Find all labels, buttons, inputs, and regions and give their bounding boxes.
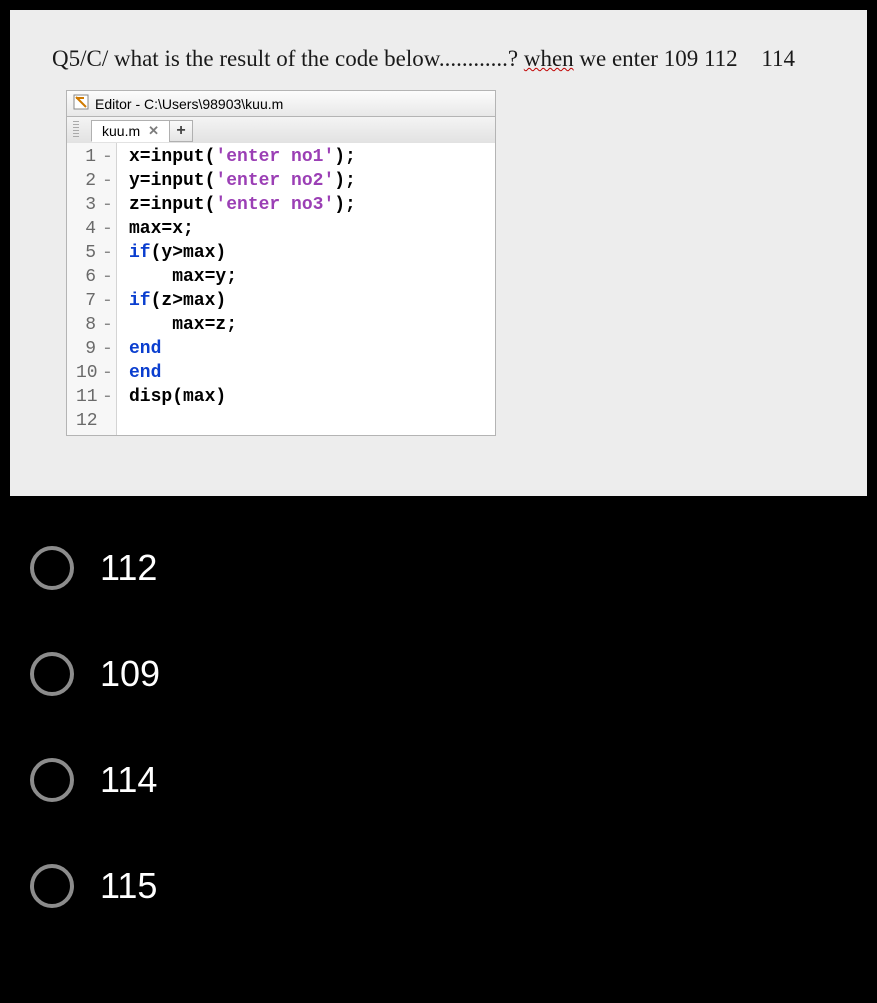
answer-option[interactable]: 112 — [30, 546, 847, 590]
gutter-row: 3- — [67, 193, 116, 217]
tab-label: kuu.m — [102, 123, 140, 139]
fold-dash: - — [102, 291, 110, 311]
editor-icon — [73, 94, 89, 113]
code-line: y=input('enter no2'); — [129, 169, 356, 193]
code-line: end — [129, 337, 356, 361]
code-line: max=x; — [129, 217, 356, 241]
code-line: disp(max) — [129, 385, 356, 409]
fold-dash: - — [102, 195, 110, 215]
code-area: 1-2-3-4-5-6-7-8-9-10-11-12 x=input('ente… — [66, 143, 496, 436]
gutter-row: 8- — [67, 313, 116, 337]
fold-dash: - — [102, 363, 110, 383]
fold-dash: - — [102, 267, 110, 287]
answer-option[interactable]: 114 — [30, 758, 847, 802]
code-line: if(y>max) — [129, 241, 356, 265]
question-suffix: we enter 109 112 — [574, 46, 738, 71]
fold-dash: - — [102, 243, 110, 263]
fold-dash: - — [102, 387, 110, 407]
document-image: Q5/C/ what is the result of the code bel… — [10, 10, 867, 496]
code-line: max=z; — [129, 313, 356, 337]
close-icon[interactable]: ✕ — [148, 123, 159, 139]
line-number: 8 — [76, 315, 96, 335]
new-tab-button[interactable]: + — [169, 120, 193, 142]
line-number: 4 — [76, 219, 96, 239]
gutter-row: 6- — [67, 265, 116, 289]
gutter-row: 9- — [67, 337, 116, 361]
line-number: 3 — [76, 195, 96, 215]
gutter-row: 10- — [67, 361, 116, 385]
fold-dash: - — [102, 339, 110, 359]
editor-title-text: Editor - C:\Users\98903\kuu.m — [95, 96, 283, 112]
matlab-editor: Editor - C:\Users\98903\kuu.m kuu.m ✕ + … — [66, 90, 496, 436]
code-line — [129, 409, 356, 433]
code-lines: x=input('enter no1');y=input('enter no2'… — [117, 143, 356, 435]
radio-icon[interactable] — [30, 864, 74, 908]
gutter-row: 5- — [67, 241, 116, 265]
answer-option[interactable]: 115 — [30, 864, 847, 908]
line-number: 12 — [76, 411, 96, 431]
editor-tabs: kuu.m ✕ + — [66, 117, 496, 143]
line-number: 1 — [76, 147, 96, 167]
radio-icon[interactable] — [30, 758, 74, 802]
question-when: when — [524, 46, 574, 71]
answer-option[interactable]: 109 — [30, 652, 847, 696]
gutter-row: 1- — [67, 145, 116, 169]
option-label: 112 — [100, 547, 157, 589]
radio-icon[interactable] — [30, 652, 74, 696]
grip-icon — [73, 121, 79, 137]
fold-dash: - — [102, 219, 110, 239]
fold-dash: - — [102, 147, 110, 167]
fold-dash: - — [102, 315, 110, 335]
gutter-row: 2- — [67, 169, 116, 193]
question-text: Q5/C/ what is the result of the code bel… — [52, 46, 825, 72]
answer-options: 112 109 114 115 — [10, 496, 867, 908]
line-gutter: 1-2-3-4-5-6-7-8-9-10-11-12 — [67, 143, 117, 435]
plus-icon: + — [176, 122, 185, 140]
code-line: end — [129, 361, 356, 385]
option-label: 114 — [100, 759, 157, 801]
line-number: 9 — [76, 339, 96, 359]
code-line: z=input('enter no3'); — [129, 193, 356, 217]
editor-titlebar: Editor - C:\Users\98903\kuu.m — [66, 90, 496, 117]
code-line: max=y; — [129, 265, 356, 289]
option-label: 109 — [100, 653, 160, 695]
gutter-row: 12 — [67, 409, 116, 433]
line-number: 7 — [76, 291, 96, 311]
line-number: 2 — [76, 171, 96, 191]
line-number: 6 — [76, 267, 96, 287]
fold-dash — [102, 411, 110, 431]
line-number: 11 — [76, 387, 96, 407]
line-number: 10 — [76, 363, 96, 383]
question-extra-input: 114 — [761, 46, 795, 71]
question-prefix: Q5/C/ what is the result of the code bel… — [52, 46, 524, 71]
line-number: 5 — [76, 243, 96, 263]
tab-kuu[interactable]: kuu.m ✕ — [91, 120, 170, 142]
radio-icon[interactable] — [30, 546, 74, 590]
gutter-row: 4- — [67, 217, 116, 241]
option-label: 115 — [100, 865, 157, 907]
code-line: x=input('enter no1'); — [129, 145, 356, 169]
fold-dash: - — [102, 171, 110, 191]
code-line: if(z>max) — [129, 289, 356, 313]
gutter-row: 7- — [67, 289, 116, 313]
gutter-row: 11- — [67, 385, 116, 409]
